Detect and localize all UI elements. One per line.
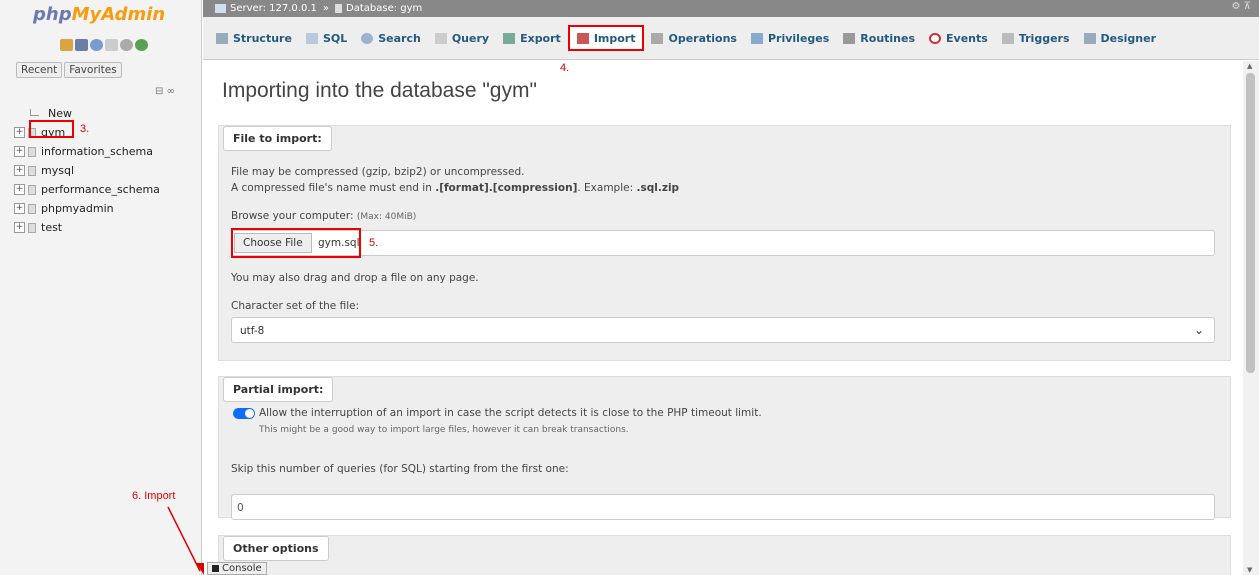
expand-icon[interactable]: +	[14, 165, 25, 176]
privileges-icon	[750, 32, 763, 44]
tab-sql[interactable]: SQL	[299, 25, 354, 51]
query-icon	[434, 32, 447, 44]
expand-icon[interactable]: +	[14, 222, 25, 233]
drag-drop-note: You may also drag and drop a file on any…	[231, 272, 479, 284]
file-to-import-legend: File to import:	[223, 126, 332, 151]
navigation-panel: phpMyAdmin Recent Favorites ⊟ ∞ New + gy…	[0, 0, 204, 575]
routines-icon	[843, 32, 856, 44]
export-icon	[503, 32, 516, 44]
partial-import-section: Partial import: Allow the interruption o…	[218, 376, 1231, 520]
other-options-section: Other options	[218, 535, 1231, 575]
main-tabs: Structure SQL Search Query Export Import…	[203, 17, 1259, 60]
operations-icon	[651, 32, 664, 44]
scroll-up-icon[interactable]: ▲	[1247, 62, 1252, 70]
tree-item-information-schema[interactable]: + information_schema	[14, 142, 160, 161]
logout-icon[interactable]	[75, 39, 88, 51]
breadcrumb-server[interactable]: Server: 127.0.0.1	[230, 3, 317, 14]
tree-item-test[interactable]: + test	[14, 218, 160, 237]
console-toggle[interactable]: Console	[207, 562, 267, 575]
tab-structure[interactable]: Structure	[209, 25, 299, 51]
search-icon	[361, 32, 374, 44]
designer-icon	[1083, 32, 1096, 44]
recent-tab[interactable]: Recent	[16, 62, 63, 78]
tab-operations[interactable]: Operations	[644, 25, 744, 51]
annotation-3: 3.	[80, 123, 90, 135]
allow-interrupt-toggle[interactable]	[233, 408, 255, 419]
favorites-tab[interactable]: Favorites	[64, 62, 122, 78]
tab-search[interactable]: Search	[354, 25, 428, 51]
recent-favorites-tabs: Recent Favorites	[16, 62, 122, 78]
tab-privileges[interactable]: Privileges	[744, 25, 836, 51]
other-options-legend: Other options	[223, 536, 329, 561]
database-icon	[28, 222, 36, 233]
phpmyadmin-logo[interactable]: phpMyAdmin	[33, 4, 165, 25]
browse-label: Browse your computer: (Max: 40MiB)	[231, 210, 417, 222]
import-icon	[576, 32, 589, 44]
console-icon	[212, 565, 219, 572]
triggers-icon	[1001, 32, 1014, 44]
page-title: Importing into the database "gym"	[222, 79, 537, 102]
main-content: Importing into the database "gym" File t…	[203, 61, 1242, 575]
expand-icon[interactable]: +	[14, 203, 25, 214]
tree-item-mysql[interactable]: + mysql	[14, 161, 160, 180]
skip-queries-input[interactable]: 0	[231, 494, 1215, 520]
annotation-5: 5.	[369, 237, 379, 249]
allow-interrupt-label: Allow the interruption of an import in c…	[259, 407, 762, 419]
annotation-6-import: 6. Import	[132, 490, 176, 502]
tab-query[interactable]: Query	[428, 25, 496, 51]
help-icon[interactable]	[90, 39, 103, 51]
scrollbar-thumb[interactable]	[1246, 73, 1255, 373]
database-icon	[335, 4, 342, 13]
reload-icon[interactable]	[135, 39, 148, 51]
tab-import[interactable]: Import	[567, 25, 645, 51]
tab-events[interactable]: Events	[922, 25, 995, 51]
skip-queries-label: Skip this number of queries (for SQL) st…	[231, 463, 569, 475]
tab-routines[interactable]: Routines	[836, 25, 922, 51]
collapse-all-icon[interactable]: ⊟ ∞	[155, 86, 175, 97]
database-icon	[28, 146, 36, 157]
settings-icon[interactable]	[120, 39, 133, 51]
expand-icon[interactable]: +	[14, 146, 25, 157]
compression-note: File may be compressed (gzip, bzip2) or …	[231, 166, 525, 178]
new-db-icon	[30, 108, 44, 119]
charset-label: Character set of the file:	[231, 300, 360, 312]
file-input[interactable]: Choose File gym.sql	[231, 230, 1215, 256]
settings-collapse-icon[interactable]: ⚙ ⊼	[1232, 1, 1251, 12]
tree-item-phpmyadmin[interactable]: + phpmyadmin	[14, 199, 160, 218]
tree-item-performance-schema[interactable]: + performance_schema	[14, 180, 160, 199]
structure-icon	[216, 32, 228, 44]
sql-icon	[305, 32, 318, 44]
scroll-down-icon[interactable]: ▼	[1247, 566, 1252, 574]
chevron-down-icon: ⌄	[1193, 323, 1204, 337]
home-icon[interactable]	[60, 39, 73, 51]
expand-icon[interactable]: +	[14, 127, 25, 138]
breadcrumb: Server: 127.0.0.1 » Database: gym ⚙ ⊼	[203, 0, 1259, 17]
events-icon	[929, 32, 942, 44]
tab-designer[interactable]: Designer	[1077, 25, 1164, 51]
server-icon	[215, 4, 226, 13]
tab-export[interactable]: Export	[496, 25, 568, 51]
database-icon	[28, 203, 36, 214]
allow-interrupt-note: This might be a good way to import large…	[259, 425, 629, 435]
partial-import-legend: Partial import:	[223, 377, 334, 402]
nav-icon-bar	[60, 39, 148, 51]
compression-format-note: A compressed file's name must end in .[f…	[231, 182, 680, 194]
database-icon	[28, 165, 36, 176]
highlight-gym	[29, 120, 74, 138]
page-scrollbar[interactable]: ▲ ▼	[1243, 61, 1259, 575]
tab-triggers[interactable]: Triggers	[995, 25, 1077, 51]
highlight-file-input	[231, 228, 361, 258]
charset-select[interactable]: utf-8 ⌄	[231, 317, 1215, 343]
breadcrumb-database[interactable]: Database: gym	[346, 3, 422, 14]
database-icon	[28, 184, 36, 195]
expand-icon[interactable]: +	[14, 184, 25, 195]
docs-icon[interactable]	[105, 39, 118, 51]
